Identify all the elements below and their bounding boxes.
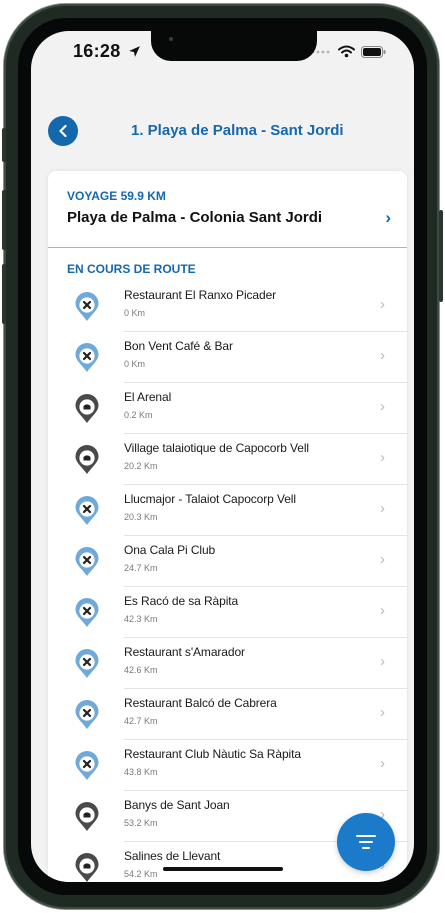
stop-row[interactable]: El Arenal 0.2 Km › [48, 383, 407, 434]
restaurant-pin-icon [74, 648, 100, 679]
camera [169, 37, 173, 41]
stop-distance: 0.2 Km [124, 410, 153, 420]
chevron-left-icon [59, 124, 67, 138]
stop-distance: 42.7 Km [124, 716, 158, 726]
chevron-right-icon: › [380, 347, 385, 364]
stop-row[interactable]: Restaurant Balcó de Cabrera 42.7 Km › [48, 689, 407, 740]
stop-row[interactable]: Village talaiotique de Capocorb Vell 20.2… [48, 434, 407, 485]
stops-list: Restaurant El Ranxo Picader 0 Km › Bon Vent… [48, 281, 407, 882]
status-indicators [310, 45, 386, 58]
stop-distance: 42.6 Km [124, 665, 158, 675]
restaurant-pin-icon [74, 597, 100, 628]
chevron-right-icon: › [380, 500, 385, 517]
chevron-right-icon: › [380, 398, 385, 415]
chevron-right-icon: › [385, 208, 391, 227]
restaurant-pin-icon [74, 342, 100, 373]
voyage-summary[interactable]: VOYAGE 59.9 KM Playa de Palma - Colonia … [48, 171, 407, 248]
chevron-right-icon: › [380, 653, 385, 670]
stop-distance: 54.2 Km [124, 869, 158, 879]
stop-row[interactable]: Restaurant El Ranxo Picader 0 Km › [48, 281, 407, 332]
stop-name: Llucmajor - Talaiot Capocorp Vell [124, 492, 296, 506]
page-title: 1. Playa de Palma - Sant Jordi [131, 122, 344, 139]
stop-row[interactable]: Restaurant s'Amarador 42.6 Km › [48, 638, 407, 689]
chevron-right-icon: › [380, 449, 385, 466]
stop-distance: 0 Km [124, 359, 146, 369]
stop-name: Es Racó de sa Ràpita [124, 594, 239, 608]
stop-name: Restaurant Club Nàutic Sa Ràpita [124, 747, 301, 761]
stop-name: Salines de Llevant [124, 849, 221, 863]
stop-row[interactable]: Bon Vent Café & Bar 0 Km › [48, 332, 407, 383]
stop-distance: 20.3 Km [124, 512, 158, 522]
stop-distance: 43.8 Km [124, 767, 158, 777]
stop-name: Ona Cala Pi Club [124, 543, 216, 557]
restaurant-pin-icon [74, 699, 100, 730]
stop-name: Bon Vent Café & Bar [124, 339, 233, 353]
stop-distance: 20.2 Km [124, 461, 158, 471]
phone-side-button [2, 190, 6, 250]
home-indicator [163, 867, 283, 871]
stop-row[interactable]: Restaurant Club Nàutic Sa Ràpita 43.8 Km › [48, 740, 407, 791]
wifi-icon [338, 45, 355, 58]
phone-side-button [2, 128, 6, 162]
voyage-route-name: Playa de Palma - Colonia Sant Jordi [67, 209, 323, 226]
phone-side-button [439, 210, 443, 302]
filter-icon [356, 835, 376, 849]
stop-name: Restaurant El Ranxo Picader [124, 288, 277, 302]
notch [151, 31, 317, 61]
place-pin-icon [74, 852, 100, 882]
stop-name: Village talaiotique de Capocorb Vell [124, 441, 309, 455]
location-arrow-icon [128, 46, 140, 57]
stop-name: Restaurant Balcó de Cabrera [124, 696, 277, 710]
stop-distance: 24.7 Km [124, 563, 158, 573]
voyage-distance-label: VOYAGE 59.9 KM [67, 189, 166, 203]
stop-name: El Arenal [124, 390, 172, 404]
place-pin-icon [74, 444, 100, 475]
chevron-right-icon: › [380, 755, 385, 772]
chevron-right-icon: › [380, 704, 385, 721]
place-pin-icon [74, 393, 100, 424]
app-screen: 16:28 1. Playa de Palma - Sant Jordi VOY… [31, 31, 414, 882]
status-time-text: 16:28 [73, 41, 121, 61]
restaurant-pin-icon [74, 546, 100, 577]
place-pin-icon [74, 801, 100, 832]
stop-row[interactable]: Ona Cala Pi Club 24.7 Km › [48, 536, 407, 587]
navigation-header: 1. Playa de Palma - Sant Jordi [31, 103, 414, 159]
stop-distance: 0 Km [124, 308, 146, 318]
status-time: 16:28 [73, 41, 141, 62]
stop-row[interactable]: Llucmajor - Talaiot Capocorp Vell 20.3 Km… [48, 485, 407, 536]
stop-row[interactable]: Es Racó de sa Ràpita 42.3 Km › [48, 587, 407, 638]
stop-distance: 42.3 Km [124, 614, 158, 624]
chevron-right-icon: › [380, 296, 385, 313]
stop-distance: 53.2 Km [124, 818, 158, 828]
phone-side-button [2, 264, 6, 324]
restaurant-pin-icon [74, 495, 100, 526]
restaurant-pin-icon [74, 291, 100, 322]
chevron-right-icon: › [380, 602, 385, 619]
chevron-right-icon: › [380, 551, 385, 568]
back-button[interactable] [48, 116, 78, 146]
stop-name: Banys de Sant Joan [124, 798, 230, 812]
filter-button[interactable] [337, 813, 395, 871]
section-heading: EN COURS DE ROUTE [67, 262, 196, 276]
stop-name: Restaurant s'Amarador [124, 645, 245, 659]
battery-icon [361, 45, 386, 58]
restaurant-pin-icon [74, 750, 100, 781]
route-card: VOYAGE 59.9 KM Playa de Palma - Colonia … [48, 171, 407, 882]
phone-bezel: 16:28 1. Playa de Palma - Sant Jordi VOY… [18, 18, 427, 895]
